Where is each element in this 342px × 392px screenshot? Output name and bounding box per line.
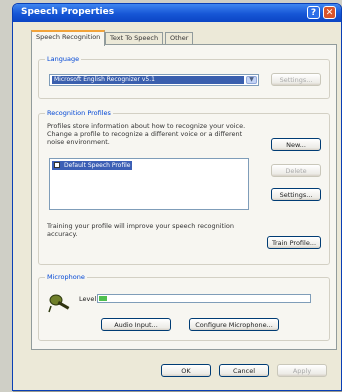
microphone-group-label: Microphone — [45, 273, 87, 281]
profiles-list[interactable]: Default Speech Profile — [49, 158, 249, 210]
title-bar[interactable]: Speech Properties ? ✕ — [13, 4, 341, 22]
apply-button[interactable]: Apply — [277, 364, 327, 377]
chevron-down-icon[interactable]: ▼ — [246, 76, 257, 84]
close-button[interactable]: ✕ — [323, 6, 336, 19]
language-select[interactable]: Microsoft English Recognizer v5.1 ▼ — [49, 74, 259, 86]
audio-input-button[interactable]: Audio Input... — [101, 318, 171, 331]
training-text: Training your profile will improve your … — [47, 222, 235, 238]
ok-button[interactable]: OK — [161, 364, 211, 377]
delete-profile-button[interactable]: Delete — [271, 164, 321, 177]
checkbox-checked-icon[interactable] — [54, 162, 60, 168]
list-item[interactable]: Default Speech Profile — [52, 161, 132, 170]
tab-panel: Language Microsoft English Recognizer v5… — [31, 44, 337, 350]
microphone-level-meter — [97, 294, 311, 303]
profiles-group-label: Recognition Profiles — [45, 109, 113, 117]
level-label: Level — [79, 295, 97, 303]
recognition-profiles-group: Recognition Profiles Profiles store info… — [38, 109, 330, 265]
new-profile-button[interactable]: New... — [271, 138, 321, 151]
language-group-label: Language — [45, 55, 82, 63]
profile-settings-button[interactable]: Settings... — [271, 188, 321, 201]
language-group: Language Microsoft English Recognizer v5… — [38, 55, 330, 99]
train-profile-button[interactable]: Train Profile... — [267, 236, 321, 249]
profiles-description: Profiles store information about how to … — [47, 122, 246, 146]
cancel-button[interactable]: Cancel — [219, 364, 269, 377]
tab-speech-recognition[interactable]: Speech Recognition — [31, 30, 106, 46]
microphone-group: Microphone Level Audio Input... Configur… — [38, 273, 330, 341]
microphone-icon — [47, 292, 73, 314]
speech-properties-window: Speech Properties ? ✕ Speech Recognition… — [12, 3, 342, 391]
window-title: Speech Properties — [21, 7, 115, 17]
language-selected-value: Microsoft English Recognizer v5.1 — [52, 76, 244, 84]
configure-microphone-button[interactable]: Configure Microphone... — [189, 318, 279, 331]
level-fill — [99, 296, 108, 301]
help-button[interactable]: ? — [307, 6, 320, 19]
language-settings-button[interactable]: Settings... — [271, 73, 321, 86]
profile-label: Default Speech Profile — [64, 162, 131, 169]
